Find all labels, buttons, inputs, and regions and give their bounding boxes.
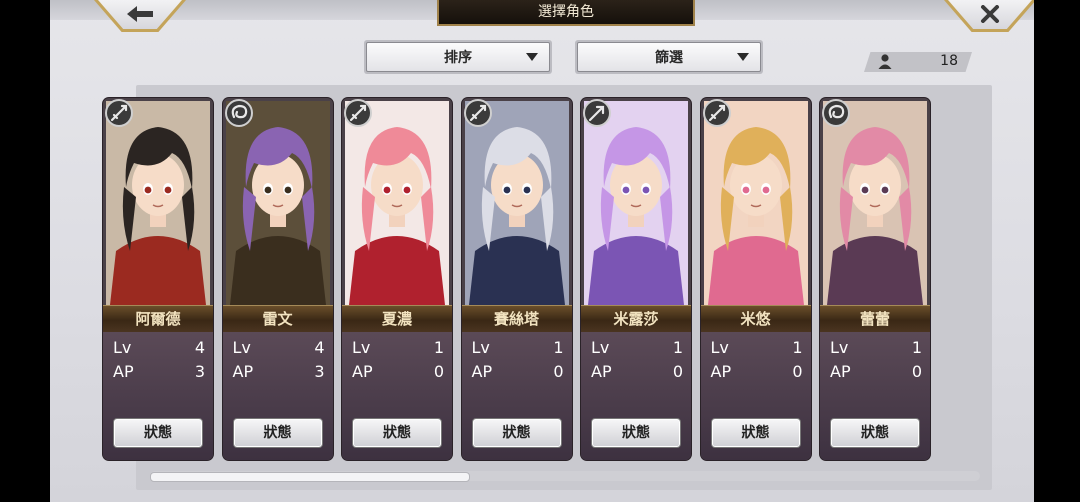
level-row: Lv 4 [233,338,325,360]
filter-dropdown[interactable]: 篩選 [575,40,763,74]
character-count-badge: 18 [864,52,972,72]
level-row: Lv 1 [472,338,564,360]
level-label: Lv [710,338,729,357]
ap-value: 0 [672,362,683,381]
ap-row: AP 3 [233,362,325,384]
swirl-icon [821,98,851,132]
character-name: 阿爾德 [103,305,213,333]
ap-label: AP [830,362,851,381]
character-name: 米露莎 [581,305,691,333]
status-button[interactable]: 狀態 [352,418,442,448]
screen-right-border [1034,0,1080,502]
ap-value: 0 [553,362,564,381]
level-row: Lv 1 [352,338,444,360]
character-stats: Lv 1 AP 0 狀態 [342,332,452,460]
character-name: 米悠 [700,305,811,333]
character-card-4[interactable]: 賽絲塔 Lv 1 AP 0 狀態 [461,98,572,460]
level-label: Lv [352,338,371,357]
ap-value: 0 [911,362,922,381]
level-value: 1 [433,338,444,357]
back-arrow-icon [127,6,153,22]
character-card-2[interactable]: 雷文 Lv 4 AP 3 狀態 [222,98,333,460]
character-stats: Lv 4 AP 3 狀態 [222,332,333,460]
level-label: Lv [113,338,132,357]
level-value: 4 [314,338,325,357]
ap-row: AP 0 [830,362,922,384]
level-label: Lv [591,338,610,357]
ap-value: 3 [194,362,205,381]
level-row: Lv 1 [711,338,803,360]
ap-label: AP [710,362,732,381]
scroll-thumb[interactable] [150,472,470,482]
sort-label: 排序 [444,50,472,66]
character-stats: Lv 1 AP 0 狀態 [461,332,572,460]
level-value: 1 [672,338,683,357]
ap-value: 0 [433,362,444,381]
character-stats: Lv 1 AP 0 狀態 [581,332,691,460]
status-button[interactable]: 狀態 [830,418,920,448]
status-button[interactable]: 狀態 [471,418,562,448]
character-name: 雷文 [222,305,333,333]
status-button[interactable]: 狀態 [113,418,203,448]
status-button[interactable]: 狀態 [232,418,323,448]
person-icon [878,54,892,69]
character-stats: Lv 4 AP 3 狀態 [103,332,213,460]
ap-row: AP 0 [352,362,444,384]
back-button[interactable] [94,0,186,32]
ap-label: AP [352,362,373,381]
sword-icon [463,98,493,132]
level-value: 1 [792,338,803,357]
level-value: 1 [911,338,922,357]
sword-icon [702,98,732,132]
character-card-5[interactable]: 米露莎 Lv 1 AP 0 狀態 [581,98,691,460]
character-name: 賽絲塔 [461,305,572,333]
status-button[interactable]: 狀態 [591,418,681,448]
level-row: Lv 1 [591,338,683,360]
level-row: Lv 4 [113,338,205,360]
ap-label: AP [591,362,612,381]
ap-row: AP 0 [591,362,683,384]
character-card-3[interactable]: 夏濃 Lv 1 AP 0 狀態 [342,98,452,460]
ap-label: AP [113,362,134,381]
sword-icon [104,98,134,132]
swirl-icon [224,98,254,132]
level-value: 1 [553,338,564,357]
level-label: Lv [232,338,251,357]
ap-row: AP 0 [472,362,564,384]
filter-label: 篩選 [655,50,683,66]
character-name: 夏濃 [342,305,452,333]
ap-value: 3 [314,362,325,381]
status-button[interactable]: 狀態 [710,418,801,448]
sort-dropdown[interactable]: 排序 [364,40,552,74]
level-label: Lv [471,338,490,357]
level-row: Lv 1 [830,338,922,360]
page-title: 選擇角色 [437,0,695,26]
chevron-down-icon [737,53,749,61]
character-card-7[interactable]: 蕾蕾 Lv 1 AP 0 狀態 [820,98,930,460]
character-name: 蕾蕾 [820,305,930,333]
ap-value: 0 [792,362,803,381]
sword-icon [343,98,373,132]
character-count: 18 [940,53,958,69]
character-card-6[interactable]: 米悠 Lv 1 AP 0 狀態 [700,98,811,460]
character-stats: Lv 1 AP 0 狀態 [820,332,930,460]
ap-label: AP [471,362,493,381]
character-stats: Lv 1 AP 0 狀態 [700,332,811,460]
ap-row: AP 0 [711,362,803,384]
ap-row: AP 3 [113,362,205,384]
level-label: Lv [830,338,849,357]
close-icon [981,5,999,23]
ap-label: AP [232,362,254,381]
horizontal-scrollbar[interactable] [150,471,980,482]
chevron-down-icon [526,53,538,61]
screen-left-border [0,0,50,502]
level-value: 4 [194,338,205,357]
character-card-1[interactable]: 阿爾德 Lv 4 AP 3 狀態 [103,98,213,460]
character-cards: 阿爾德 Lv 4 AP 3 狀態 雷文 Lv 4 AP 3 狀態 夏濃 Lv 1… [103,98,943,462]
arrow-icon [582,98,612,132]
